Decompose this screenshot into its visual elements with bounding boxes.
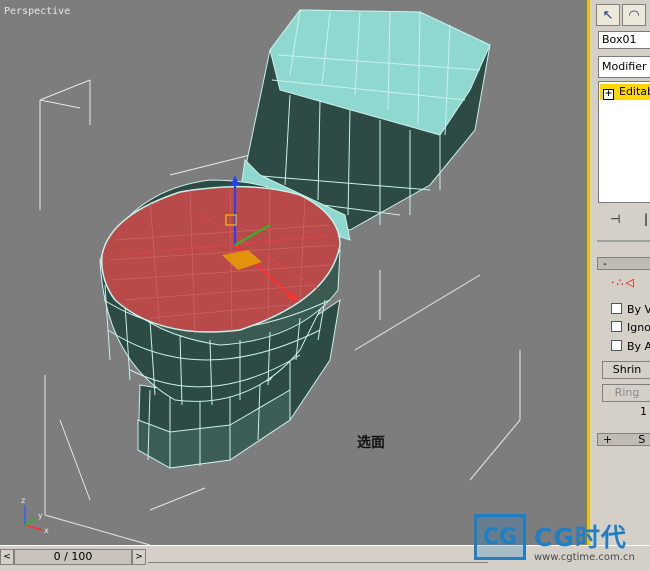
logo-url: www.cgtime.com.cn: [534, 552, 635, 563]
object-name-field[interactable]: Box01: [598, 31, 650, 49]
curve-icon[interactable]: ◠: [622, 4, 646, 26]
checkbox[interactable]: [611, 321, 622, 332]
spinner-value[interactable]: 1: [640, 405, 647, 418]
next-frame-button[interactable]: >: [132, 549, 146, 565]
soft-selection-rollout-header[interactable]: + S: [597, 433, 650, 446]
checkbox[interactable]: [611, 340, 622, 351]
modifier-list-dropdown[interactable]: Modifier Li: [598, 56, 650, 78]
stack-tools: ⊣ |: [598, 210, 650, 230]
time-slider[interactable]: 0 / 100: [14, 549, 132, 565]
selection-rollout-header[interactable]: -: [597, 257, 650, 270]
prev-frame-button[interactable]: <: [0, 549, 14, 565]
option-by-angle[interactable]: By Ar: [611, 340, 650, 353]
axis-z-label: z: [21, 496, 25, 505]
viewport-scene[interactable]: z y x: [0, 0, 590, 545]
viewport-label[interactable]: Perspective: [4, 6, 70, 17]
watermark-logo: CG CG时代 www.cgtime.com.cn: [474, 514, 650, 570]
expand-icon[interactable]: +: [603, 89, 614, 100]
timeline-track[interactable]: [148, 552, 488, 563]
select-arrow-icon[interactable]: ↖: [596, 4, 620, 26]
logo-brand: CG时代: [534, 523, 627, 552]
ring-button[interactable]: Ring: [602, 384, 650, 402]
perspective-viewport[interactable]: z y x Perspective 选面: [0, 0, 590, 545]
shrink-button[interactable]: Shrin: [602, 361, 650, 379]
axis-y-label: y: [38, 511, 43, 520]
stack-item-editable[interactable]: + Editab: [600, 84, 650, 100]
modifier-stack[interactable]: + Editab: [598, 81, 650, 203]
subobject-vertex-edge-icons[interactable]: ·∴◁: [611, 276, 636, 289]
stack-item-label: Editab: [619, 85, 650, 98]
divider: [597, 240, 650, 242]
annotation-text: 选面: [357, 435, 385, 451]
show-end-result-icon[interactable]: |: [644, 212, 648, 226]
checkbox[interactable]: [611, 303, 622, 314]
logo-mark: CG: [474, 514, 526, 560]
pin-stack-icon[interactable]: ⊣: [610, 212, 620, 226]
option-by-vertex[interactable]: By V: [611, 303, 650, 316]
option-ignore-backfacing[interactable]: Ignor: [611, 321, 650, 334]
axis-x-label: x: [44, 526, 49, 535]
command-panel: ↖ ◠ Box01 Modifier Li +Editab ⊣ | - ·∴◁ …: [593, 0, 650, 545]
